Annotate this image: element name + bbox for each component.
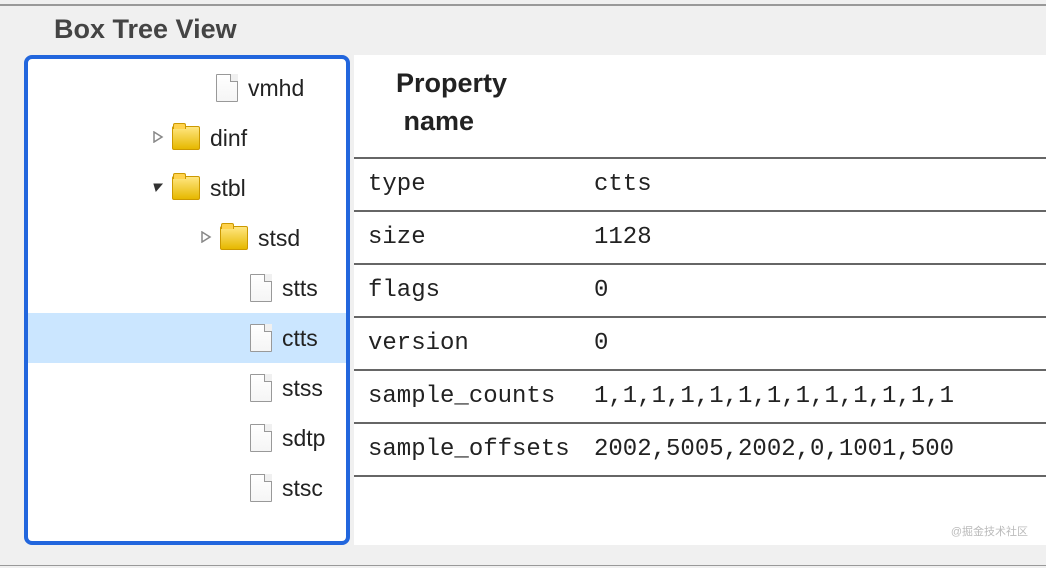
- tree-item-stss[interactable]: stss: [28, 363, 346, 413]
- property-value: 0: [594, 265, 1046, 316]
- file-icon: [250, 374, 272, 402]
- property-header: Property name: [354, 55, 1046, 157]
- tree-item-stsd[interactable]: stsd: [28, 213, 346, 263]
- tree-item-ctts[interactable]: ctts: [28, 313, 346, 363]
- tree-item-dinf[interactable]: dinf: [28, 113, 346, 163]
- property-value: 2002,5005,2002,0,1001,500: [594, 424, 1046, 475]
- tree-item-stts[interactable]: stts: [28, 263, 346, 313]
- property-row: size1128: [354, 210, 1046, 263]
- watermark: @掘金技术社区: [951, 523, 1028, 539]
- property-value: 1128: [594, 212, 1046, 263]
- property-row: sample_counts1,1,1,1,1,1,1,1,1,1,1,1,1: [354, 369, 1046, 422]
- expander-none: [230, 381, 244, 395]
- property-row: flags0: [354, 263, 1046, 316]
- tree-item-label: stts: [282, 275, 318, 302]
- expander-none: [230, 331, 244, 345]
- tree-item-label: stsc: [282, 475, 323, 502]
- file-icon: [250, 274, 272, 302]
- property-row: version0: [354, 316, 1046, 369]
- property-name: version: [354, 318, 594, 369]
- tree-item-label: sdtp: [282, 425, 325, 452]
- expander-closed-icon[interactable]: [152, 131, 166, 145]
- tree-item-label: stss: [282, 375, 323, 402]
- expander-none: [230, 431, 244, 445]
- property-header-line2: name: [404, 106, 475, 136]
- expander-closed-icon[interactable]: [200, 231, 214, 245]
- tree-item-label: dinf: [210, 125, 247, 152]
- tree-panel: vmhddinf stbl stsd stts ctts stss sdtp stsc: [24, 55, 350, 545]
- property-row: typectts: [354, 157, 1046, 210]
- tree-item-label: vmhd: [248, 75, 304, 102]
- expander-none: [196, 81, 210, 95]
- panel-title: Box Tree View: [0, 6, 1046, 55]
- property-name: sample_counts: [354, 371, 594, 422]
- tree-item-stbl[interactable]: stbl: [28, 163, 346, 213]
- property-value: 0: [594, 318, 1046, 369]
- file-icon: [250, 324, 272, 352]
- folder-icon: [172, 176, 200, 200]
- property-value: 1,1,1,1,1,1,1,1,1,1,1,1,1: [594, 371, 1046, 422]
- folder-icon: [172, 126, 200, 150]
- property-panel: Property name typecttssize1128flags0vers…: [354, 55, 1046, 545]
- expander-none: [230, 481, 244, 495]
- panel-container: vmhddinf stbl stsd stts ctts stss sdtp stsc Pro…: [0, 55, 1046, 545]
- tree-item-vmhd[interactable]: vmhd: [28, 63, 346, 113]
- tree-item-label: stbl: [210, 175, 246, 202]
- property-row: sample_offsets2002,5005,2002,0,1001,500: [354, 422, 1046, 477]
- expander-open-icon[interactable]: [152, 181, 166, 195]
- property-name: size: [354, 212, 594, 263]
- tree-item-stsc[interactable]: stsc: [28, 463, 346, 513]
- property-name: type: [354, 159, 594, 210]
- property-header-line1: Property: [396, 68, 507, 98]
- expander-none: [230, 281, 244, 295]
- file-icon: [250, 424, 272, 452]
- tree-item-sdtp[interactable]: sdtp: [28, 413, 346, 463]
- property-name: flags: [354, 265, 594, 316]
- tree: vmhddinf stbl stsd stts ctts stss sdtp stsc: [28, 59, 346, 513]
- tree-item-label: stsd: [258, 225, 300, 252]
- folder-icon: [220, 226, 248, 250]
- file-icon: [250, 474, 272, 502]
- property-value: ctts: [594, 159, 1046, 210]
- tree-item-label: ctts: [282, 325, 318, 352]
- property-table: typecttssize1128flags0version0sample_cou…: [354, 157, 1046, 477]
- property-name: sample_offsets: [354, 424, 594, 475]
- file-icon: [216, 74, 238, 102]
